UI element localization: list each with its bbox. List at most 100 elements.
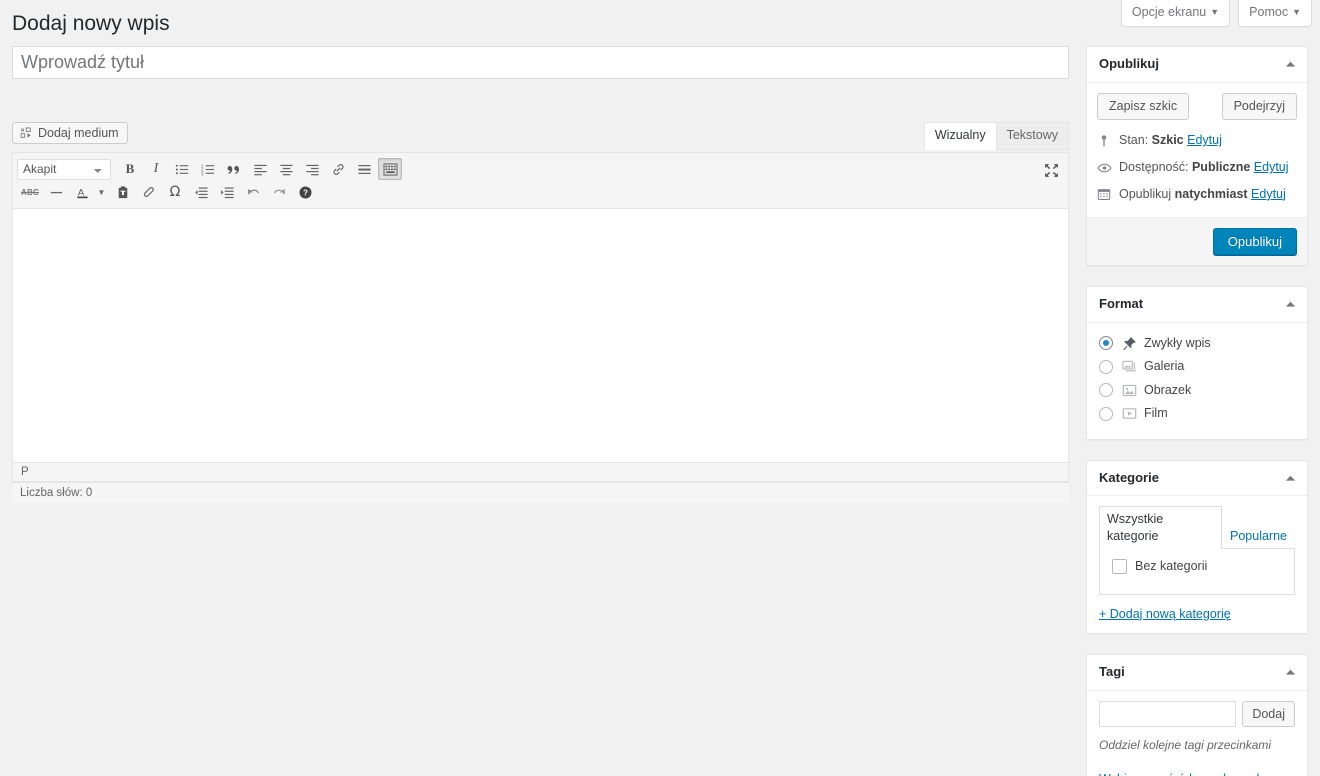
- category-item[interactable]: Bez kategorii: [1108, 558, 1286, 574]
- format-radio-standard[interactable]: [1099, 336, 1113, 351]
- format-option-standard[interactable]: Zwykły wpis: [1099, 333, 1295, 357]
- pin-icon: [1121, 335, 1137, 351]
- post-sidebar: Opublikuj Zapisz szkic Podejrzyj Stan: S…: [1086, 46, 1308, 776]
- svg-text:A: A: [77, 187, 84, 197]
- post-body-main-column: Dodaj medium Wizualny Tekstowy Akapit B: [12, 46, 1069, 503]
- add-media-button[interactable]: Dodaj medium: [12, 122, 128, 144]
- text-color-button[interactable]: A: [70, 181, 94, 203]
- edit-status-link[interactable]: Edytuj: [1187, 131, 1222, 150]
- align-right-button[interactable]: [300, 158, 324, 180]
- tags-panel-title: Tagi: [1099, 663, 1125, 679]
- text-color-dropdown-icon[interactable]: ▼: [95, 181, 108, 203]
- format-radio-video[interactable]: [1099, 406, 1113, 421]
- tab-all-categories[interactable]: Wszystkie kategorie: [1099, 506, 1222, 549]
- screen-options-button[interactable]: Opcje ekranu ▼: [1120, 0, 1231, 27]
- format-panel-body: Zwykły wpis Galeria Obrazek Film: [1087, 323, 1307, 439]
- toolbar-toggle-button[interactable]: [378, 158, 402, 180]
- chevron-up-icon[interactable]: [1279, 53, 1301, 75]
- paragraph-format-select[interactable]: Akapit: [17, 158, 111, 180]
- wp-admin-post-editor: Opcje ekranu ▼ Pomoc ▼ Dodaj nowy wpis W…: [0, 0, 1320, 776]
- screen-options-label: Opcje ekranu: [1131, 5, 1207, 19]
- category-checkbox[interactable]: [1112, 558, 1127, 574]
- outdent-button[interactable]: [189, 181, 213, 203]
- tag-input-row: Dodaj: [1099, 700, 1295, 727]
- categories-panel-header[interactable]: Kategorie: [1087, 461, 1307, 497]
- tag-help-text: Oddziel kolejne tagi przecinkami: [1099, 737, 1272, 752]
- add-tag-button[interactable]: Dodaj: [1242, 700, 1295, 727]
- format-option-image[interactable]: Obrazek: [1099, 380, 1295, 404]
- editor-toolbar: Akapit B I 1 2 3 ABC A ▼ Ω ?: [13, 153, 1068, 209]
- edit-visibility-link[interactable]: Edytuj: [1254, 158, 1289, 177]
- help-button[interactable]: Pomoc ▼: [1238, 0, 1312, 27]
- categories-panel: Kategorie Wszystkie kategorie Popularne …: [1086, 459, 1308, 634]
- format-option-gallery[interactable]: Galeria: [1099, 356, 1295, 380]
- format-radio-image[interactable]: [1099, 383, 1113, 398]
- image-icon: [1121, 382, 1137, 398]
- tab-popular-categories[interactable]: Popularne: [1222, 523, 1295, 549]
- editor-content-area[interactable]: [13, 209, 1068, 462]
- categories-panel-body: Wszystkie kategorie Popularne Bez katego…: [1087, 496, 1307, 633]
- pin-icon: [1097, 134, 1117, 148]
- tab-visual[interactable]: Wizualny: [923, 122, 997, 150]
- horizontal-rule-button[interactable]: [44, 181, 68, 203]
- bulleted-list-button[interactable]: [170, 158, 194, 180]
- editor-container: Dodaj medium Wizualny Tekstowy Akapit B: [12, 122, 1069, 503]
- tag-input[interactable]: [1099, 700, 1237, 727]
- help-label: Pomoc: [1249, 5, 1289, 19]
- media-buttons-row: Dodaj medium Wizualny Tekstowy: [12, 122, 1069, 152]
- chevron-up-icon[interactable]: [1279, 661, 1301, 683]
- categories-panel-title: Kategorie: [1099, 469, 1159, 485]
- add-category-row: + Dodaj nową kategorię: [1099, 607, 1295, 621]
- choose-popular-tags-link[interactable]: Wybierz spośród popularnych tagów: [1099, 772, 1264, 776]
- format-options-list: Zwykły wpis Galeria Obrazek Film: [1099, 333, 1295, 427]
- edit-schedule-link[interactable]: Edytuj: [1251, 185, 1286, 204]
- publish-panel: Opublikuj Zapisz szkic Podejrzyj Stan: S…: [1086, 46, 1308, 266]
- word-count-bar: Liczba słów: 0: [12, 482, 1069, 503]
- special-character-button[interactable]: Ω: [163, 181, 187, 203]
- format-option-video[interactable]: Film: [1099, 403, 1295, 427]
- align-left-button[interactable]: [248, 158, 272, 180]
- tab-text[interactable]: Tekstowy: [995, 122, 1069, 150]
- chevron-up-icon[interactable]: [1279, 467, 1301, 489]
- clear-formatting-button[interactable]: [137, 181, 161, 203]
- toolbar-row-2: ABC A ▼ Ω ?: [13, 181, 1068, 208]
- chevron-up-icon[interactable]: [1279, 293, 1301, 315]
- post-status-row: Stan: Szkic Edytuj: [1097, 128, 1297, 155]
- calendar-icon: [1097, 187, 1117, 201]
- page-title: Dodaj nowy wpis: [12, 12, 170, 35]
- italic-button[interactable]: I: [144, 158, 168, 180]
- svg-text:?: ?: [303, 188, 308, 197]
- blockquote-button[interactable]: [222, 158, 246, 180]
- add-new-category-link[interactable]: + Dodaj nową kategorię: [1099, 607, 1231, 621]
- save-draft-button[interactable]: Zapisz szkic: [1097, 92, 1190, 121]
- format-label-gallery: Galeria: [1144, 359, 1185, 374]
- post-schedule-value: natychmiast: [1174, 186, 1248, 201]
- editor-mode-tabs: Wizualny Tekstowy: [923, 122, 1069, 150]
- format-radio-gallery[interactable]: [1099, 359, 1113, 374]
- format-label-standard: Zwykły wpis: [1144, 335, 1211, 350]
- keyboard-shortcuts-help-button[interactable]: ?: [293, 181, 317, 203]
- post-title-input[interactable]: [12, 46, 1069, 79]
- format-label-image: Obrazek: [1144, 382, 1192, 397]
- redo-button[interactable]: [267, 181, 291, 203]
- undo-button[interactable]: [241, 181, 265, 203]
- preview-button[interactable]: Podejrzyj: [1221, 92, 1297, 121]
- publish-actions-top: Zapisz szkic Podejrzyj: [1087, 83, 1307, 129]
- publish-panel-header[interactable]: Opublikuj: [1087, 47, 1307, 83]
- strikethrough-button[interactable]: ABC: [18, 181, 42, 203]
- align-center-button[interactable]: [274, 158, 298, 180]
- publish-button[interactable]: Opublikuj: [1212, 227, 1297, 255]
- post-visibility-row: Dostępność: Publiczne Edytuj: [1097, 155, 1297, 182]
- numbered-list-button[interactable]: 1 2 3: [196, 158, 220, 180]
- paste-as-text-button[interactable]: [111, 181, 135, 203]
- read-more-button[interactable]: [352, 158, 376, 180]
- tags-panel-header[interactable]: Tagi: [1087, 655, 1307, 691]
- distraction-free-writing-button[interactable]: [1040, 159, 1062, 181]
- indent-button[interactable]: [215, 181, 239, 203]
- post-status-label: Stan:: [1119, 133, 1149, 148]
- bold-button[interactable]: B: [118, 158, 142, 180]
- insert-link-button[interactable]: [326, 158, 350, 180]
- editor-path-statusbar: P: [13, 462, 1068, 481]
- format-panel-header[interactable]: Format: [1087, 287, 1307, 323]
- post-visibility-label: Dostępność:: [1119, 160, 1189, 175]
